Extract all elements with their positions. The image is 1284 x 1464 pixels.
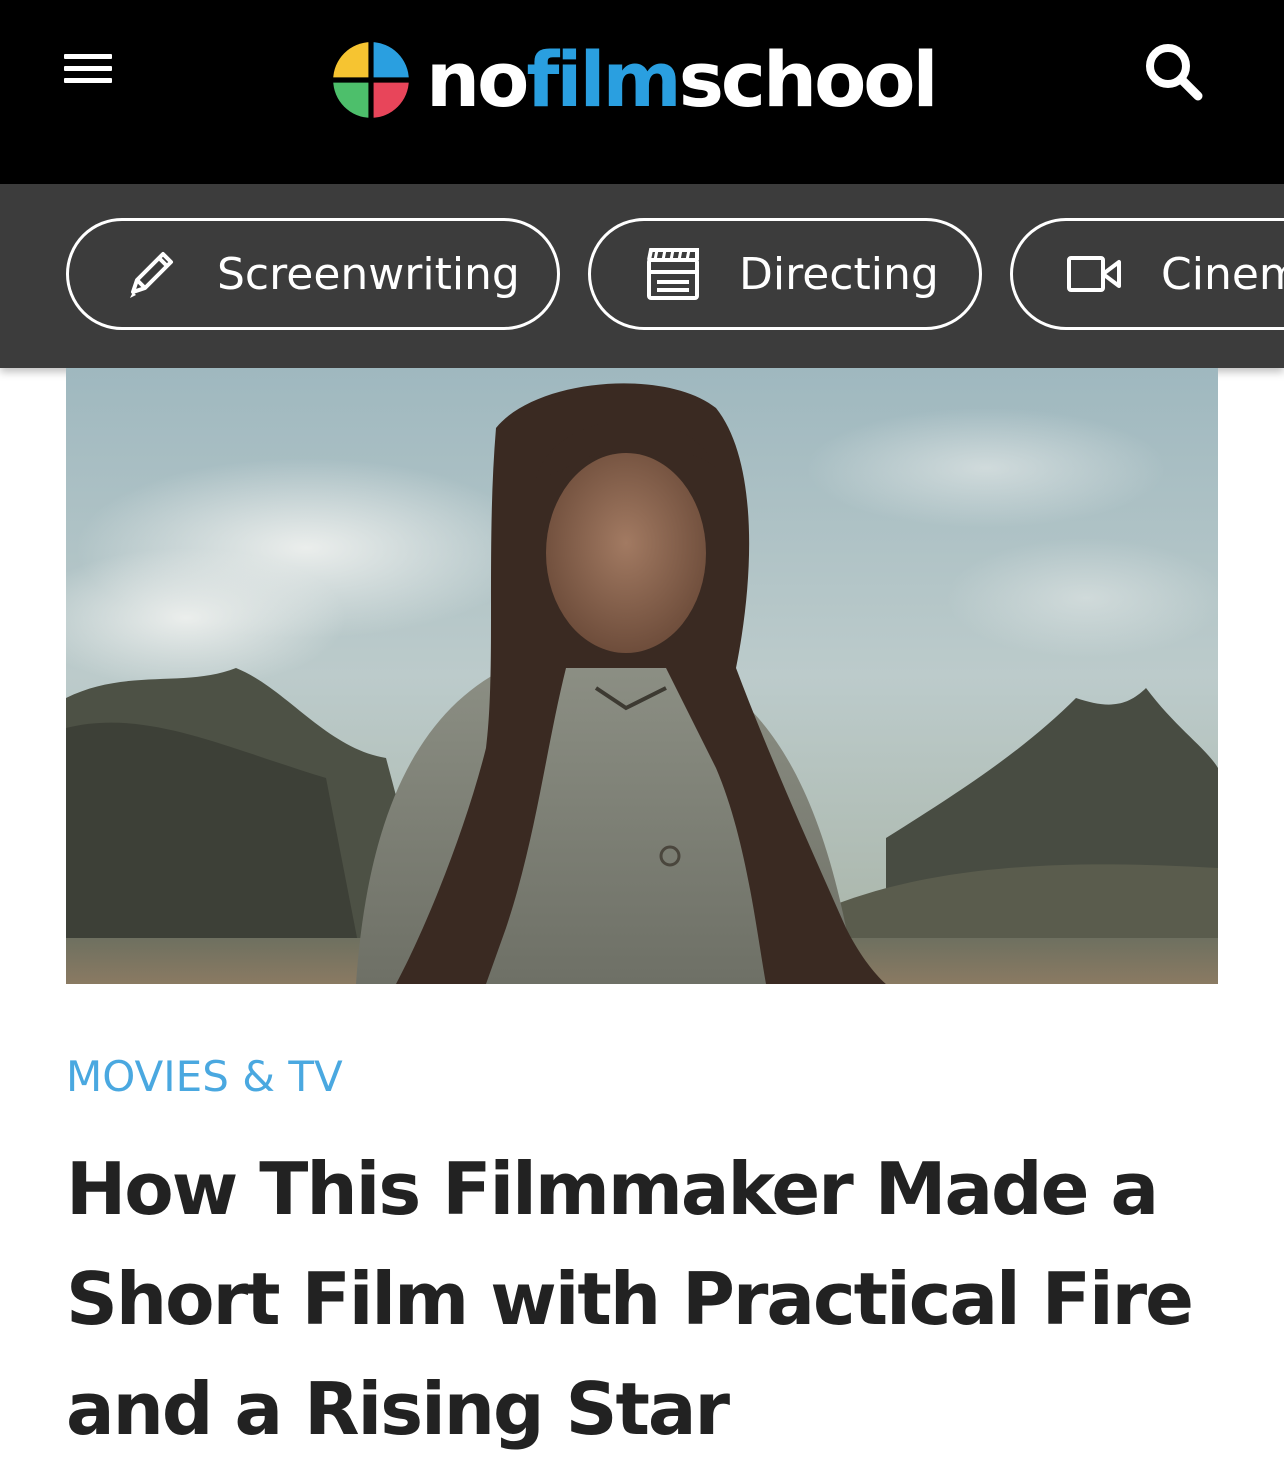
pencil-icon: [130, 252, 173, 298]
category-nav: Screenwriting Directing Cinem: [0, 184, 1284, 368]
video-camera-icon: [1067, 256, 1121, 292]
category-pill-cinematography[interactable]: Cinem: [1010, 218, 1284, 330]
brand-suffix: school: [678, 35, 939, 124]
logo-mark-icon: [331, 40, 411, 120]
article-hero-image[interactable]: [66, 368, 1218, 984]
article-category[interactable]: MOVIES & TV: [66, 1052, 343, 1101]
article-headline[interactable]: How This Filmmaker Made a Short Film wit…: [66, 1134, 1226, 1464]
brand-prefix: no: [426, 35, 529, 124]
category-pill-screenwriting[interactable]: Screenwriting: [66, 218, 560, 330]
brand-wordmark: nofilmschool: [426, 42, 939, 118]
category-label: Directing: [739, 248, 939, 300]
site-logo[interactable]: nofilmschool: [328, 30, 939, 130]
brand-highlight: film: [526, 35, 681, 124]
hamburger-menu-icon[interactable]: [64, 50, 114, 88]
hero-photo: [66, 368, 1218, 984]
clapperboard-icon: [647, 248, 699, 300]
category-label: Cinem: [1161, 248, 1284, 300]
site-header: nofilmschool: [0, 0, 1284, 184]
search-icon[interactable]: [1142, 40, 1204, 102]
category-label: Screenwriting: [217, 248, 520, 300]
category-pill-directing[interactable]: Directing: [588, 218, 982, 330]
